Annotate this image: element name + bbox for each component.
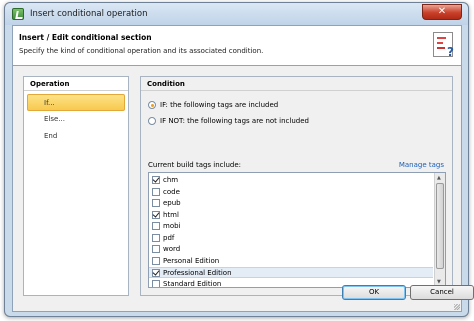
dialog-header: Insert / Edit conditional section Specif… <box>13 26 461 66</box>
radio-if-label: IF: the following tags are included <box>160 101 279 109</box>
tag-row[interactable]: html <box>149 210 433 221</box>
tag-checkbox[interactable] <box>152 256 160 265</box>
tag-checkbox[interactable] <box>152 269 160 277</box>
radio-if-not[interactable]: IF NOT: the following tags are not inclu… <box>148 115 309 127</box>
manage-tags-link[interactable]: Manage tags <box>399 161 444 169</box>
tag-row[interactable]: word <box>149 244 433 255</box>
cancel-button[interactable]: Cancel <box>410 285 474 300</box>
window-title: Insert conditional operation <box>30 9 148 19</box>
tag-label: code <box>163 187 180 196</box>
scroll-up-icon[interactable]: ▲ <box>437 175 441 181</box>
tag-checkbox[interactable] <box>152 222 160 230</box>
radio-if-not-label: IF NOT: the following tags are not inclu… <box>160 117 309 125</box>
tag-label: chm <box>163 176 179 184</box>
tag-row[interactable]: mobi <box>149 221 433 232</box>
tag-label: pdf <box>163 233 175 242</box>
tag-row[interactable]: chm <box>149 175 433 186</box>
ok-button[interactable]: OK <box>342 285 406 300</box>
condition-panel: Condition IF: the following tags are inc… <box>140 76 453 296</box>
dialog-window: Insert conditional operation ✕ Insert / … <box>4 2 474 317</box>
tag-label: Professional Edition <box>163 269 232 277</box>
header-title: Insert / Edit conditional section <box>19 33 152 42</box>
tag-label: word <box>163 245 181 253</box>
tag-label: html <box>163 210 179 219</box>
title-bar[interactable]: Insert conditional operation ✕ <box>5 3 468 25</box>
tag-row[interactable]: code <box>149 187 433 198</box>
tag-row[interactable]: epub <box>149 198 433 209</box>
tags-label: Current build tags include: <box>148 161 242 169</box>
radio-if-button[interactable] <box>148 101 156 109</box>
dialog-client: Insert / Edit conditional section Specif… <box>12 25 474 312</box>
tag-checkbox[interactable] <box>152 187 160 196</box>
resize-grip-icon[interactable] <box>454 304 460 310</box>
scroll-thumb[interactable] <box>436 183 444 269</box>
operation-list: If... Else... End <box>24 94 128 145</box>
tag-label: epub <box>163 199 181 207</box>
condition-heading: Condition <box>141 77 452 91</box>
header-subtitle: Specify the kind of conditional operatio… <box>19 47 264 55</box>
operation-item[interactable]: Else... <box>24 111 128 128</box>
operation-panel: Operation If... Else... End <box>23 76 129 296</box>
tag-checkbox[interactable] <box>152 210 160 219</box>
radio-if-not-button[interactable] <box>148 117 156 125</box>
tag-list-scrollbar[interactable]: ▲ ▼ <box>434 173 445 287</box>
tag-label: mobi <box>163 222 181 230</box>
app-icon <box>12 8 24 20</box>
tag-list: chm code epub html mobi pdf word Personal Editi… <box>148 172 446 288</box>
radio-if[interactable]: IF: the following tags are included <box>148 99 278 111</box>
tag-label: Standard Edition <box>163 279 222 288</box>
tag-checkbox[interactable] <box>152 245 160 253</box>
tag-row[interactable]: Personal Edition <box>149 256 433 267</box>
close-button[interactable]: ✕ <box>422 4 462 20</box>
tag-checkbox[interactable] <box>152 176 160 184</box>
document-question-icon: ? <box>433 32 454 59</box>
tag-checkbox[interactable] <box>152 233 160 242</box>
tag-checkbox[interactable] <box>152 199 160 207</box>
operation-item[interactable]: If... <box>27 94 125 111</box>
operation-heading: Operation <box>24 77 128 91</box>
tag-label: Personal Edition <box>163 256 220 265</box>
tag-row[interactable]: pdf <box>149 233 433 244</box>
tag-checkbox[interactable] <box>152 279 160 287</box>
tag-row[interactable]: Professional Edition <box>149 267 433 278</box>
operation-item[interactable]: End <box>24 128 128 145</box>
